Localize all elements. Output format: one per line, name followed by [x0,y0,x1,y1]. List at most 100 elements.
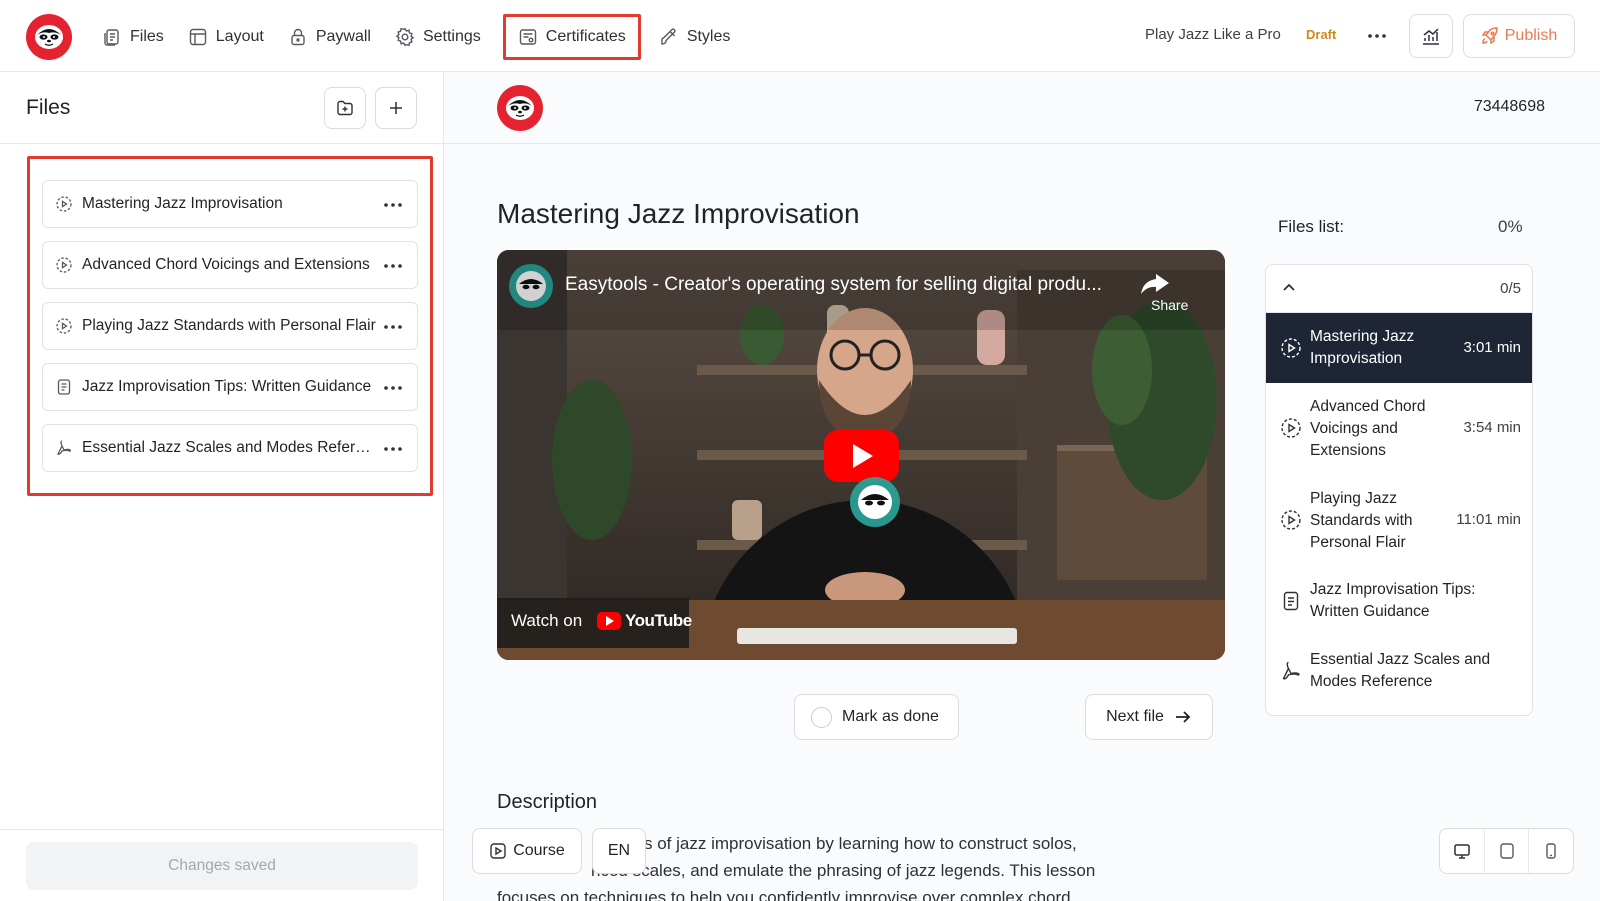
nav-layout[interactable]: Layout [176,14,276,60]
file-item-name: Advanced Chord Voicings and Extensions [82,256,370,273]
nav-certificates-label: Certificates [545,28,626,45]
file-options-button[interactable] [381,315,405,339]
more-horizontal-icon [384,264,402,268]
files-list-item-name: Mastering Jazz Improvisation [1310,328,1415,367]
description-line: focuses on techniques to help you confid… [497,888,1071,901]
layout-icon [189,28,206,46]
brand-logo[interactable] [26,14,72,60]
video-thumbnail [497,250,1225,660]
files-list-card: 0/5 Mastering Jazz Improvisation 3:01 mi… [1265,264,1533,716]
nav-settings[interactable]: Settings [383,14,493,60]
video-title: Easytools - Creator's operating system f… [565,274,1102,295]
file-options-button[interactable] [381,193,405,217]
next-file-label: Next file [1106,708,1164,725]
video-player[interactable]: Easytools - Creator's operating system f… [497,250,1225,660]
sloth-logo-icon [35,25,63,49]
desktop-preview-button[interactable] [1440,829,1485,873]
mark-as-done-button[interactable]: Mark as done [794,694,959,740]
files-list-toggle[interactable]: 0/5 [1266,265,1532,313]
file-item-name: Jazz Improvisation Tips: Written Guidanc… [82,378,372,395]
publish-button[interactable]: Publish [1463,14,1575,58]
more-horizontal-icon [384,325,402,329]
certificate-icon [519,29,536,45]
checkbox-circle-icon [811,706,832,728]
language-selector[interactable]: EN [592,828,646,874]
language-label: EN [607,842,631,859]
chart-icon [1423,28,1439,45]
file-item-name: Playing Jazz Standards with Personal Fla… [82,317,376,334]
tablet-icon [1499,843,1514,859]
files-panel-header: Files [0,72,444,144]
play-square-icon [490,843,506,859]
nav-layout-label: Layout [215,28,264,45]
files-panel: Files Mastering Jazz Improvisation Advan… [0,72,444,901]
nav-files-label: Files [130,28,164,45]
files-list-item[interactable]: Playing Jazz Standards with Personal Fla… [1266,483,1532,563]
files-list-item-name: Advanced Chord Voicings and Extensions [1310,398,1426,459]
files-panel-title: Files [26,96,71,119]
next-file-button[interactable]: Next file [1085,694,1213,740]
video-icon [56,318,72,334]
video-icon [1281,510,1301,530]
mobile-preview-button[interactable] [1529,829,1573,873]
tablet-preview-button[interactable] [1485,829,1530,873]
sloth-logo-icon [506,96,534,120]
top-bar: Files Layout Paywall Settings Certificat… [0,0,1600,72]
add-folder-button[interactable] [324,87,366,129]
file-item[interactable]: Essential Jazz Scales and Modes Referenc… [42,424,418,472]
more-horizontal-icon [384,386,402,390]
gear-icon [395,27,415,47]
video-icon [1281,338,1301,358]
main-nav: Files Layout Paywall Settings Certificat… [90,14,742,60]
arrow-right-icon [1175,711,1191,723]
plus-icon [390,102,402,114]
file-item[interactable]: Advanced Chord Voicings and Extensions [42,241,418,289]
course-title: Play Jazz Like a Pro [1145,26,1281,43]
folder-plus-icon [337,100,353,116]
nav-settings-label: Settings [422,28,481,45]
lock-icon [291,28,305,46]
nav-files[interactable]: Files [90,14,176,60]
file-options-button[interactable] [381,254,405,278]
analytics-button[interactable] [1409,14,1453,58]
mark-as-done-label: Mark as done [842,708,939,725]
file-item[interactable]: Jazz Improvisation Tips: Written Guidanc… [42,363,418,411]
chevron-up-icon [1283,283,1295,291]
youtube-label[interactable]: YouTube [625,611,692,631]
video-icon [56,196,72,212]
files-list-item-duration: 11:01 min [1456,511,1521,528]
files-list-item[interactable]: Advanced Chord Voicings and Extensions 3… [1266,391,1532,471]
document-icon [1283,591,1299,611]
file-item[interactable]: Playing Jazz Standards with Personal Fla… [42,302,418,350]
nav-certificates[interactable]: Certificates [502,14,641,60]
nav-paywall[interactable]: Paywall [276,14,383,60]
course-view-button[interactable]: Course [472,828,582,874]
files-list-item-duration: 3:01 min [1463,339,1521,356]
add-file-button[interactable] [375,87,417,129]
device-preview-switcher [1439,828,1574,874]
files-list-item[interactable]: Mastering Jazz Improvisation 3:01 min [1266,313,1532,383]
video-share-button[interactable]: Share [1151,297,1188,313]
course-pill-label: Course [513,842,565,859]
file-item[interactable]: Mastering Jazz Improvisation [42,180,418,228]
desktop-icon [1454,844,1470,859]
lesson-title: Mastering Jazz Improvisation [497,198,860,229]
mobile-icon [1546,843,1556,859]
nav-styles[interactable]: Styles [647,14,743,60]
preview-header: 73448698 [444,72,1600,144]
video-icon [1281,418,1301,438]
files-list-count: 0/5 [1500,280,1521,297]
files-list-label: Files list: [1278,217,1345,236]
description-heading: Description [497,791,598,813]
rocket-icon [1481,27,1498,45]
watch-on-label[interactable]: Watch on [511,611,582,631]
files-list-item[interactable]: Jazz Improvisation Tips: Written Guidanc… [1266,571,1532,631]
file-options-button[interactable] [381,437,405,461]
course-id: 73448698 [1473,98,1545,115]
more-options-button[interactable] [1365,24,1389,48]
changes-saved-button[interactable]: Changes saved [26,842,418,890]
status-badge: Draft [1306,27,1337,42]
file-options-button[interactable] [381,376,405,400]
files-list-item[interactable]: Essential Jazz Scales and Modes Referenc… [1266,641,1532,701]
nav-paywall-label: Paywall [315,28,371,45]
